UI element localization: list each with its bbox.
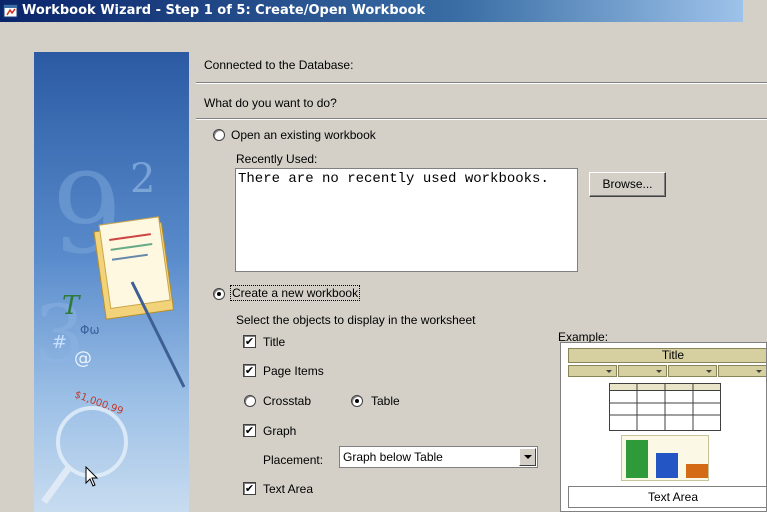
window-title: Workbook Wizard - Step 1 of 5: Create/Op…	[22, 3, 426, 18]
placement-label: Placement:	[263, 453, 324, 467]
wizard-side-image: 9 2 3 T Φω # @ $1,000.99	[34, 52, 189, 512]
wizard-window-icon	[3, 4, 18, 18]
example-title-bar: Title	[568, 348, 766, 363]
example-page-item	[618, 365, 667, 377]
title-checkbox[interactable]: ✔	[243, 335, 256, 348]
example-page-items	[568, 365, 766, 378]
svg-text:#: #	[52, 332, 67, 353]
table-label[interactable]: Table	[371, 394, 400, 408]
graph-checkbox-label[interactable]: Graph	[263, 424, 296, 438]
browse-button[interactable]: Browse...	[589, 172, 666, 197]
example-graph	[621, 435, 709, 481]
page-items-checkbox-label[interactable]: Page Items	[263, 364, 324, 378]
text-area-checkbox[interactable]: ✔	[243, 482, 256, 495]
placement-value: Graph below Table	[343, 450, 443, 464]
crosstab-label[interactable]: Crosstab	[263, 394, 311, 408]
svg-text:@: @	[74, 348, 92, 369]
create-new-radio[interactable]	[213, 288, 225, 300]
title-bar: Workbook Wizard - Step 1 of 5: Create/Op…	[0, 0, 767, 22]
svg-text:Φω: Φω	[80, 323, 100, 337]
example-page-item	[668, 365, 717, 377]
mouse-cursor-icon	[85, 466, 99, 487]
divider-question	[196, 118, 767, 120]
objects-label: Select the objects to display in the wor…	[236, 313, 476, 327]
page-items-checkbox[interactable]: ✔	[243, 364, 256, 377]
example-text-area: Text Area	[568, 486, 766, 508]
svg-text:2: 2	[130, 156, 155, 202]
recently-used-list[interactable]: There are no recently used workbooks.	[235, 168, 578, 272]
example-bar-2	[656, 453, 678, 478]
open-existing-radio[interactable]	[213, 129, 225, 141]
title-checkbox-label[interactable]: Title	[263, 335, 285, 349]
divider-top	[196, 82, 767, 84]
recently-used-label: Recently Used:	[236, 152, 318, 166]
title-bar-edge	[743, 0, 767, 22]
recently-used-empty-message: There are no recently used workbooks.	[238, 171, 549, 187]
example-bar-1	[626, 440, 648, 478]
create-new-label[interactable]: Create a new workbook	[230, 285, 361, 301]
open-existing-label[interactable]: Open an existing workbook	[231, 128, 376, 142]
question-label: What do you want to do?	[204, 96, 337, 110]
connection-label: Connected to the Database:	[204, 58, 354, 72]
example-page-item	[568, 365, 617, 377]
example-preview: Title Text Area	[560, 342, 767, 512]
example-bar-3	[686, 464, 708, 478]
placement-select[interactable]: Graph below Table	[339, 446, 538, 468]
table-radio[interactable]	[351, 395, 363, 407]
example-page-item	[718, 365, 766, 377]
svg-text:$1,000.99: $1,000.99	[73, 389, 125, 417]
graph-checkbox[interactable]: ✔	[243, 424, 256, 437]
chevron-down-icon[interactable]	[519, 448, 536, 466]
crosstab-radio[interactable]	[244, 395, 256, 407]
text-area-checkbox-label[interactable]: Text Area	[263, 482, 313, 496]
example-table	[609, 383, 721, 431]
svg-text:T: T	[62, 291, 81, 321]
